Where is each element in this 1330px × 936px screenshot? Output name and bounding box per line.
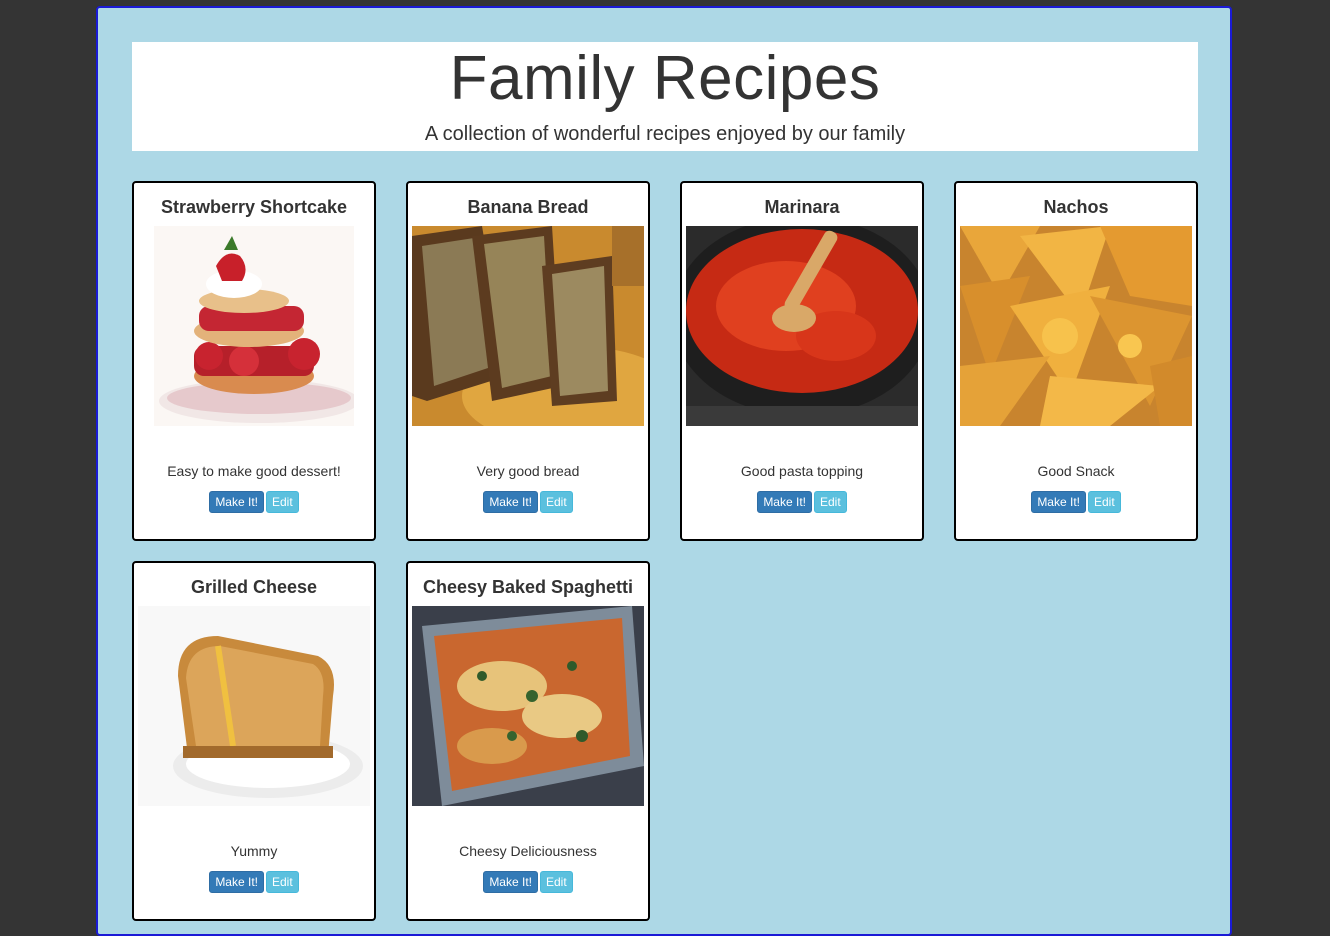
recipe-title: Banana Bread — [467, 197, 589, 217]
recipe-title: Nachos — [1043, 197, 1109, 217]
recipe-description: Cheesy Deliciousness — [459, 843, 597, 859]
recipe-description: Good Snack — [1037, 463, 1115, 479]
recipe-card: Strawberry Shortcake Easy to make good d… — [132, 181, 376, 541]
edit-button[interactable]: Edit — [540, 491, 573, 513]
edit-button[interactable]: Edit — [266, 871, 299, 893]
recipe-card: Grilled Cheese Yummy Make It! Edit — [132, 561, 376, 921]
nachos-photo — [960, 226, 1192, 426]
make-it-button[interactable]: Make It! — [209, 871, 264, 893]
edit-button[interactable]: Edit — [266, 491, 299, 513]
recipe-title: Marinara — [764, 197, 840, 217]
edit-button[interactable]: Edit — [540, 871, 573, 893]
edit-button[interactable]: Edit — [1088, 491, 1121, 513]
make-it-button[interactable]: Make It! — [757, 491, 812, 513]
recipe-actions: Make It! Edit — [682, 491, 922, 513]
page-subtitle: A collection of wonderful recipes enjoye… — [424, 123, 906, 145]
page-header: Family Recipes A collection of wonderful… — [132, 42, 1198, 151]
make-it-button[interactable]: Make It! — [1031, 491, 1086, 513]
recipe-card: Banana Bread Very good bread Make It! Ed — [406, 181, 650, 541]
recipe-title: Strawberry Shortcake — [160, 197, 348, 217]
recipe-card: Marinara Good pasta topping Make It! Edi… — [680, 181, 924, 541]
make-it-button[interactable]: Make It! — [483, 871, 538, 893]
recipe-title: Cheesy Baked Spaghetti — [422, 577, 634, 597]
banana-bread-photo — [412, 226, 644, 426]
grilled-cheese-photo — [138, 606, 370, 806]
recipe-actions: Make It! Edit — [134, 491, 374, 513]
recipe-title: Grilled Cheese — [190, 577, 318, 597]
recipe-card: Nachos Good Snack Make It! Edit — [954, 181, 1198, 541]
recipe-description: Good pasta topping — [740, 463, 864, 479]
baked-spaghetti-photo — [412, 606, 644, 806]
edit-button[interactable]: Edit — [814, 491, 847, 513]
page-container: Family Recipes A collection of wonderful… — [96, 6, 1232, 936]
page-title: Family Recipes — [449, 44, 881, 113]
recipe-actions: Make It! Edit — [408, 871, 648, 893]
marinara-photo — [686, 226, 918, 426]
strawberry-shortcake-photo — [154, 226, 354, 426]
recipe-actions: Make It! Edit — [134, 871, 374, 893]
recipe-description: Easy to make good dessert! — [167, 463, 341, 479]
recipe-description: Very good bread — [476, 463, 580, 479]
make-it-button[interactable]: Make It! — [483, 491, 538, 513]
recipe-actions: Make It! Edit — [956, 491, 1196, 513]
recipe-description: Yummy — [230, 843, 278, 859]
make-it-button[interactable]: Make It! — [209, 491, 264, 513]
recipe-card: Cheesy Baked Spaghetti Cheesy Deliciousn… — [406, 561, 650, 921]
recipe-actions: Make It! Edit — [408, 491, 648, 513]
